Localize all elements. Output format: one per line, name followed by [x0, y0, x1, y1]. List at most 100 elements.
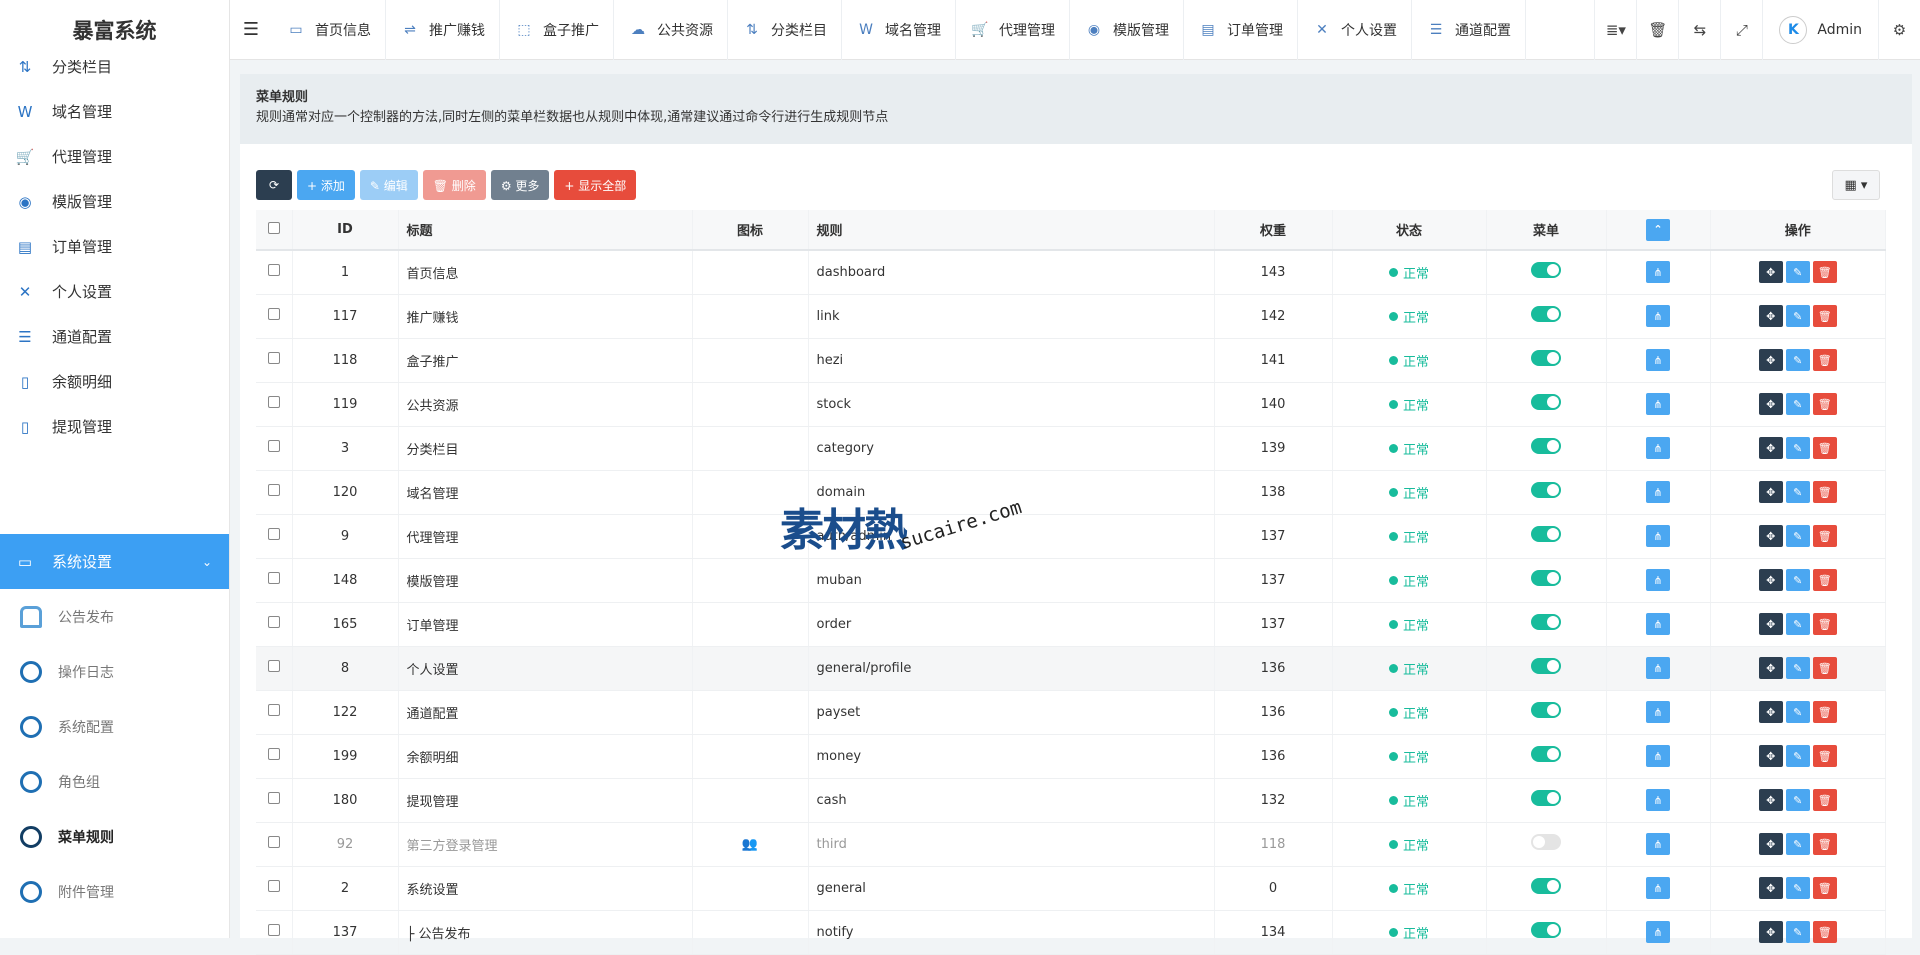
- delete-icon[interactable]: 🗑: [1812, 833, 1837, 855]
- delete-icon[interactable]: 🗑: [1812, 261, 1837, 284]
- topnav-item-9[interactable]: ✕ 个人设置: [1298, 0, 1412, 60]
- table-row[interactable]: 165 订单管理 order 137 正常 ⋔ ✥ ✎ 🗑: [256, 602, 1886, 647]
- sidebar-subitem-0[interactable]: 公告发布: [0, 589, 229, 644]
- refresh-button[interactable]: ⟳: [256, 170, 292, 200]
- app-logo[interactable]: 暴富系统: [0, 0, 230, 60]
- table-row[interactable]: 3 分类栏目 category 139 正常 ⋔ ✥ ✎ 🗑: [256, 426, 1886, 471]
- table-row[interactable]: 122 通道配置 payset 136 正常 ⋔ ✥ ✎ 🗑: [256, 690, 1886, 735]
- edit-icon[interactable]: ✎: [1785, 921, 1810, 943]
- sitemap-icon[interactable]: ⋔: [1646, 657, 1670, 679]
- menu-toggle[interactable]: [1531, 262, 1561, 279]
- menu-toggle[interactable]: [1531, 570, 1561, 586]
- topnav-item-2[interactable]: ⬚ 盒子推广: [500, 0, 614, 60]
- col-op[interactable]: 操作: [1710, 210, 1886, 251]
- menu-toggle[interactable]: [1531, 306, 1561, 322]
- row-checkbox[interactable]: [256, 338, 293, 383]
- row-checkbox[interactable]: [256, 646, 293, 691]
- translate-icon[interactable]: ⇆: [1678, 0, 1720, 60]
- delete-icon[interactable]: 🗑: [1812, 393, 1837, 415]
- edit-icon[interactable]: ✎: [1785, 745, 1810, 767]
- edit-icon[interactable]: ✎: [1785, 613, 1810, 635]
- collapse-all-button[interactable]: ⌃: [1606, 210, 1711, 251]
- sidebar-item-8[interactable]: ▯ 提现管理: [0, 399, 229, 454]
- delete-icon[interactable]: 🗑: [1812, 877, 1837, 899]
- table-row[interactable]: 9 代理管理 auth/admin 137 正常 ⋔ ✥ ✎ 🗑: [256, 514, 1886, 559]
- row-checkbox[interactable]: [256, 602, 293, 647]
- sitemap-icon[interactable]: ⋔: [1646, 261, 1670, 284]
- col-status[interactable]: 状态: [1332, 210, 1487, 251]
- sitemap-icon[interactable]: ⋔: [1646, 921, 1670, 943]
- fullscreen-icon[interactable]: ⤢: [1720, 0, 1762, 60]
- drag-icon[interactable]: ✥: [1758, 393, 1783, 415]
- show-all-button[interactable]: + 显示全部: [554, 170, 637, 200]
- user-menu[interactable]: K Admin: [1762, 0, 1878, 60]
- menu-toggle[interactable]: [1531, 438, 1561, 454]
- sidebar-subitem-3[interactable]: 角色组: [0, 754, 229, 809]
- edit-icon[interactable]: ✎: [1785, 481, 1810, 503]
- edit-icon[interactable]: ✎: [1785, 789, 1810, 811]
- drag-icon[interactable]: ✥: [1758, 789, 1783, 811]
- sitemap-icon[interactable]: ⋔: [1646, 789, 1670, 811]
- edit-icon[interactable]: ✎: [1785, 877, 1810, 899]
- sitemap-icon[interactable]: ⋔: [1646, 833, 1670, 855]
- edit-icon[interactable]: ✎: [1785, 349, 1810, 371]
- row-checkbox[interactable]: [256, 822, 293, 867]
- delete-icon[interactable]: 🗑: [1812, 745, 1837, 767]
- row-checkbox[interactable]: [256, 734, 293, 779]
- topnav-item-6[interactable]: 🛒 代理管理: [956, 0, 1070, 60]
- table-row[interactable]: 180 提现管理 cash 132 正常 ⋔ ✥ ✎ 🗑: [256, 778, 1886, 823]
- menu-toggle[interactable]: [1531, 614, 1561, 630]
- topnav-item-7[interactable]: ◉ 模版管理: [1070, 0, 1184, 60]
- row-checkbox[interactable]: [256, 426, 293, 471]
- drag-icon[interactable]: ✥: [1758, 261, 1783, 284]
- menu-toggle[interactable]: [1531, 746, 1561, 762]
- more-button[interactable]: ⚙ 更多: [490, 170, 550, 200]
- sitemap-icon[interactable]: ⋔: [1646, 525, 1670, 547]
- drag-icon[interactable]: ✥: [1758, 921, 1783, 943]
- list-icon[interactable]: ≣▾: [1594, 0, 1636, 60]
- edit-icon[interactable]: ✎: [1785, 657, 1810, 679]
- sitemap-icon[interactable]: ⋔: [1646, 745, 1670, 767]
- select-all-checkbox[interactable]: [256, 210, 293, 251]
- delete-icon[interactable]: 🗑: [1812, 921, 1837, 943]
- columns-toggle-button[interactable]: ▦ ▾: [1832, 170, 1880, 200]
- delete-icon[interactable]: 🗑: [1812, 657, 1837, 679]
- col-rule[interactable]: 规则: [808, 210, 1215, 251]
- topnav-item-3[interactable]: ☁ 公共资源: [614, 0, 728, 60]
- sitemap-icon[interactable]: ⋔: [1646, 701, 1670, 723]
- trash-icon[interactable]: 🗑: [1636, 0, 1678, 60]
- sitemap-icon[interactable]: ⋔: [1646, 877, 1670, 899]
- topnav-item-10[interactable]: ☰ 通道配置: [1412, 0, 1526, 60]
- row-checkbox[interactable]: [256, 558, 293, 603]
- delete-icon[interactable]: 🗑: [1812, 305, 1837, 327]
- delete-button[interactable]: 🗑 删除: [422, 170, 486, 200]
- menu-toggle[interactable]: [1531, 922, 1561, 938]
- drag-icon[interactable]: ✥: [1758, 525, 1783, 547]
- table-row[interactable]: 120 域名管理 domain 138 正常 ⋔ ✥ ✎ 🗑: [256, 470, 1886, 515]
- sitemap-icon[interactable]: ⋔: [1646, 613, 1670, 635]
- topnav-item-0[interactable]: ▭ 首页信息: [272, 0, 386, 60]
- sidebar-item-system-settings[interactable]: ▭ 系统设置 ⌄: [0, 534, 229, 589]
- drag-icon[interactable]: ✥: [1758, 833, 1783, 855]
- sidebar-subitem-5[interactable]: 附件管理: [0, 864, 229, 919]
- sidebar-subitem-2[interactable]: 系统配置: [0, 699, 229, 754]
- row-checkbox[interactable]: [256, 690, 293, 735]
- drag-icon[interactable]: ✥: [1758, 877, 1783, 899]
- sitemap-icon[interactable]: ⋔: [1646, 437, 1670, 459]
- row-checkbox[interactable]: [256, 294, 293, 339]
- row-checkbox[interactable]: [256, 778, 293, 823]
- table-row[interactable]: 119 公共资源 stock 140 正常 ⋔ ✥ ✎ 🗑: [256, 382, 1886, 427]
- drag-icon[interactable]: ✥: [1758, 701, 1783, 723]
- sitemap-icon[interactable]: ⋔: [1646, 481, 1670, 503]
- table-row[interactable]: 117 推广赚钱 link 142 正常 ⋔ ✥ ✎ 🗑: [256, 294, 1886, 339]
- row-checkbox[interactable]: [256, 382, 293, 427]
- menu-toggle[interactable]: [1531, 350, 1561, 366]
- edit-icon[interactable]: ✎: [1785, 393, 1810, 415]
- edit-icon[interactable]: ✎: [1785, 525, 1810, 547]
- menu-toggle[interactable]: [1531, 394, 1561, 410]
- menu-toggle[interactable]: [1531, 790, 1561, 806]
- edit-icon[interactable]: ✎: [1785, 305, 1810, 327]
- drag-icon[interactable]: ✥: [1758, 349, 1783, 371]
- topnav-item-4[interactable]: ⇅ 分类栏目: [728, 0, 842, 60]
- menu-toggle[interactable]: [1531, 878, 1561, 894]
